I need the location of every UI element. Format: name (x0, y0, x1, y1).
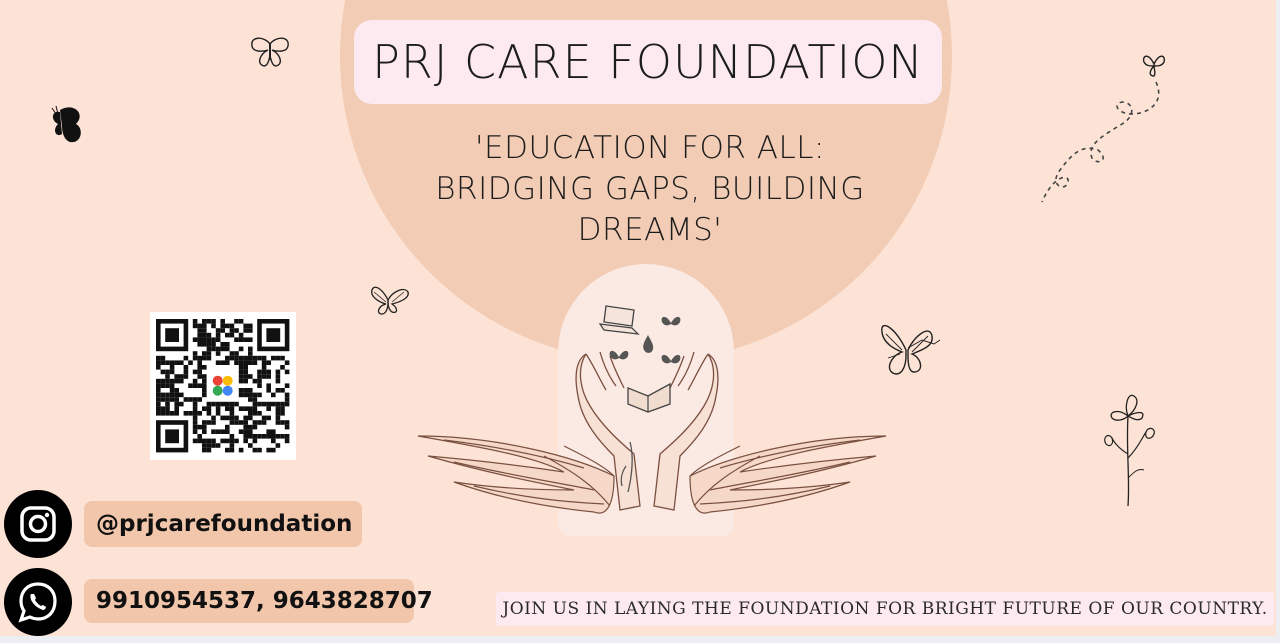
butterfly-icon (661, 354, 681, 364)
qr-finder-pattern (156, 420, 189, 453)
tagline-line: BRIDGING GAPS, BUILDING (435, 171, 865, 207)
butterfly-icon (609, 350, 629, 360)
hands-icon (575, 351, 719, 511)
poster: PRJ CARE FOUNDATION 'EDUCATION FOR ALL: … (0, 0, 1280, 643)
title-banner: PRJ CARE FOUNDATION (354, 20, 942, 104)
butterfly-icon (881, 325, 941, 375)
dotted-flight-path (1041, 81, 1160, 203)
butterfly-icon (251, 37, 289, 67)
instagram-handle[interactable]: @prjcarefoundation (84, 501, 362, 547)
whatsapp-icon[interactable] (4, 568, 72, 636)
google-pay-logo (207, 370, 238, 401)
butterfly-icon (661, 316, 681, 326)
tagline-line: DREAMS' (577, 212, 723, 248)
flower-icon (1104, 394, 1155, 507)
qr-code-icon (156, 319, 290, 453)
footer-text: JOIN US IN LAYING THE FOUNDATION FOR BRI… (502, 599, 1268, 619)
butterfly-icon (51, 105, 81, 143)
tagline-line: 'EDUCATION FOR ALL: (475, 130, 825, 166)
qr-finder-pattern (156, 319, 189, 352)
drop-icon (643, 335, 654, 353)
instagram-icon[interactable] (4, 490, 72, 558)
qr-finder-pattern (257, 319, 290, 352)
book-icon (627, 382, 671, 413)
whatsapp-phone[interactable]: 9910954537, 9643828707 (84, 579, 433, 623)
page-title: PRJ CARE FOUNDATION (372, 35, 924, 89)
butterfly-icon (371, 286, 409, 315)
qr-code[interactable] (150, 312, 296, 460)
laptop-icon (598, 305, 640, 335)
footer-banner: JOIN US IN LAYING THE FOUNDATION FOR BRI… (496, 592, 1274, 626)
tagline: 'EDUCATION FOR ALL: BRIDGING GAPS, BUILD… (400, 128, 900, 251)
right-edge (1276, 0, 1280, 643)
whatsapp-glyph-icon (18, 582, 57, 623)
bottom-edge (0, 636, 1280, 643)
instagram-glyph-icon (20, 506, 56, 542)
